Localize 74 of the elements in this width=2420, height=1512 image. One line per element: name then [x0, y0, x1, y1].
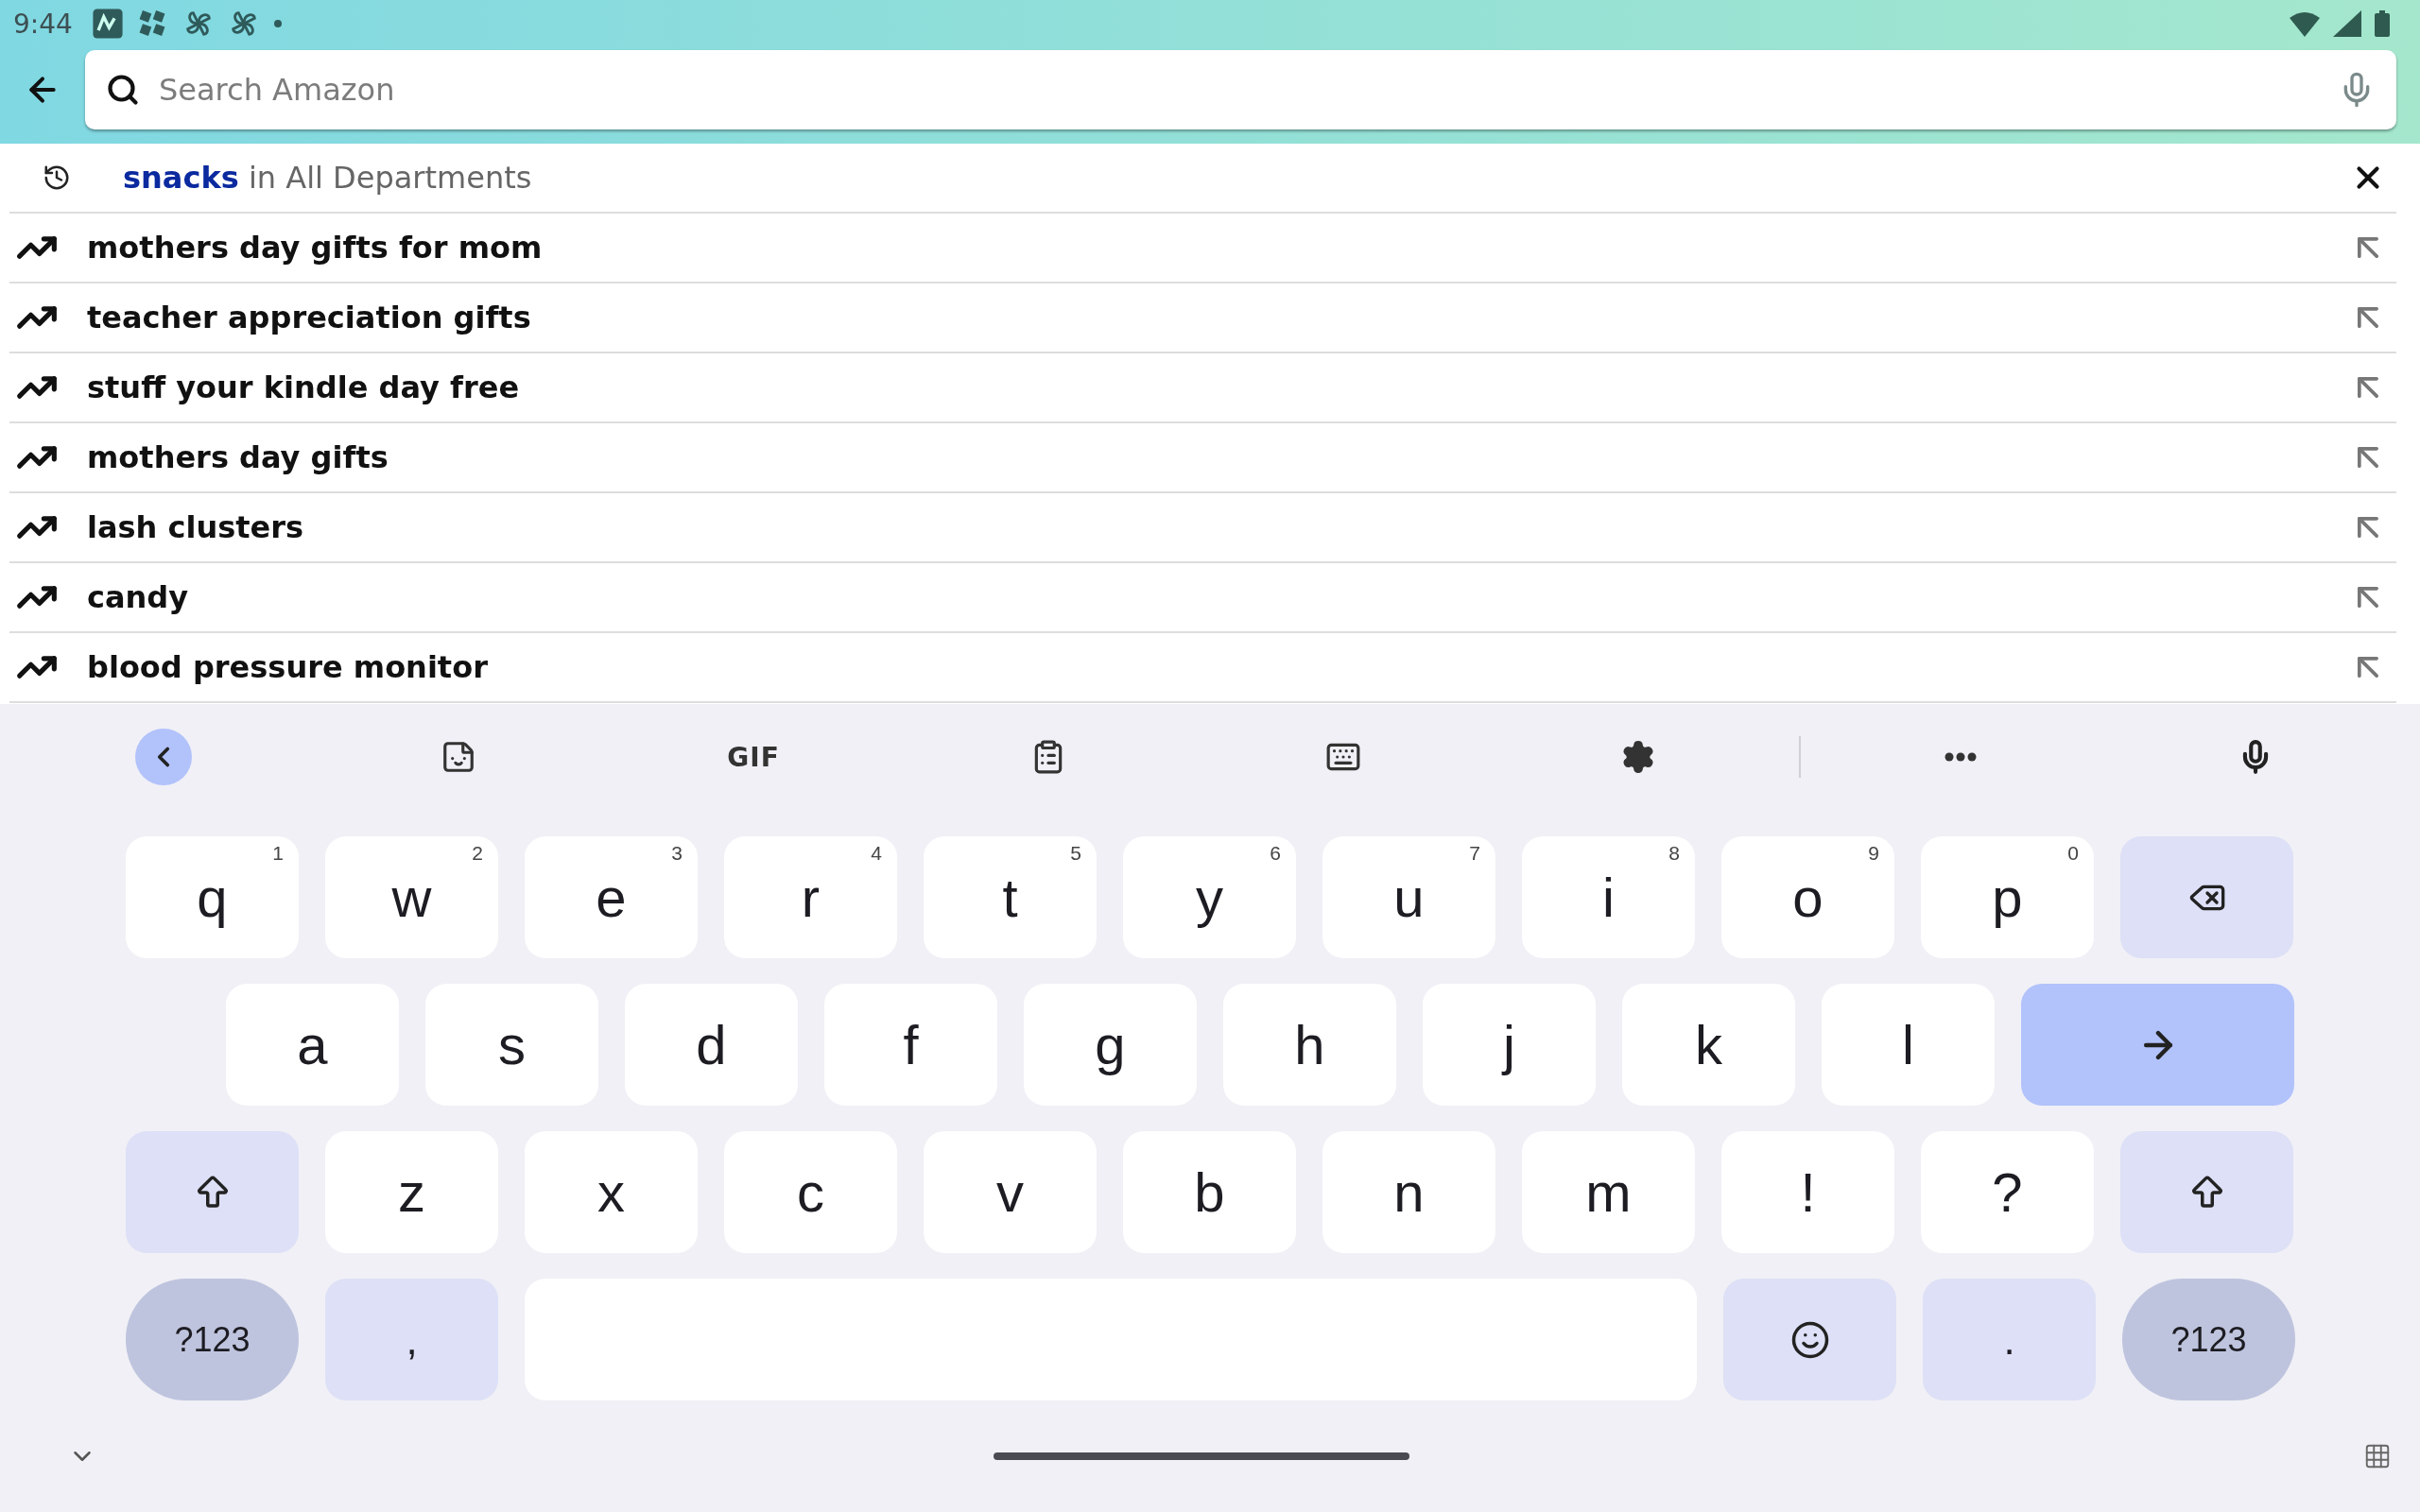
sticker-icon [441, 739, 476, 775]
status-time: 9:44 [13, 8, 73, 40]
key[interactable]: s [425, 984, 598, 1106]
key[interactable]: z [325, 1131, 498, 1253]
key[interactable]: h [1223, 984, 1396, 1106]
key[interactable]: r 4 [724, 836, 897, 958]
emoji-key[interactable] [1723, 1279, 1896, 1400]
key[interactable]: m [1522, 1131, 1695, 1253]
key[interactable]: , [325, 1279, 498, 1400]
gif-button[interactable]: GIF [700, 729, 806, 785]
key[interactable]: l [1822, 984, 1995, 1106]
key[interactable]: n [1322, 1131, 1495, 1253]
key[interactable]: a [226, 984, 399, 1106]
key-hint: 5 [1070, 842, 1081, 865]
key[interactable]: e 3 [525, 836, 698, 958]
navigation-handle[interactable] [994, 1452, 1409, 1460]
symbols-key[interactable]: ?123 [126, 1279, 299, 1400]
key[interactable]: u 7 [1322, 836, 1495, 958]
key[interactable]: x [525, 1131, 698, 1253]
key-hint: 3 [671, 842, 683, 865]
key-hint: 2 [472, 842, 483, 865]
keyboard-switch-icon[interactable] [2363, 1442, 2392, 1470]
suggestion-row[interactable]: lash clusters [9, 493, 2396, 563]
wifi-icon [2290, 10, 2320, 37]
signal-icon [2333, 10, 2361, 37]
key[interactable]: w 2 [325, 836, 498, 958]
key-hint: 9 [1868, 842, 1879, 865]
key-hint: 6 [1270, 842, 1281, 865]
key[interactable]: ! [1721, 1131, 1894, 1253]
suggestion-text: mothers day gifts [87, 439, 389, 475]
search-bar[interactable]: Search Amazon [85, 50, 2396, 129]
key[interactable]: d [625, 984, 798, 1106]
suggestion-row[interactable]: candy [9, 563, 2396, 633]
key-hint: 1 [272, 842, 284, 865]
more-icon [1945, 752, 1977, 762]
suggestion-row[interactable]: mothers day gifts for mom [9, 214, 2396, 284]
suggestion-text: stuff your kindle day free [87, 369, 521, 405]
suggestion-text: lash clusters [87, 509, 305, 545]
key[interactable]: ? [1921, 1131, 2094, 1253]
suggestion-row[interactable]: snacks in All Departments [9, 144, 2396, 214]
suggestion-text: mothers day gifts for mom [87, 230, 544, 266]
key[interactable]: k [1622, 984, 1795, 1106]
key[interactable]: q 1 [126, 836, 299, 958]
suggestion-text: blood pressure monitor [87, 649, 489, 685]
suggestion-row[interactable]: stuff your kindle day free [9, 353, 2396, 423]
suggestion-row[interactable]: mothers day gifts [9, 423, 2396, 493]
key[interactable]: i 8 [1522, 836, 1695, 958]
key[interactable]: g [1024, 984, 1197, 1106]
key-hint: 8 [1668, 842, 1680, 865]
symbols-key[interactable]: ?123 [2122, 1279, 2295, 1400]
key[interactable]: y 6 [1123, 836, 1296, 958]
dot-icon [272, 19, 283, 28]
key[interactable]: j [1423, 984, 1596, 1106]
key[interactable]: f [824, 984, 997, 1106]
key-hint: 4 [871, 842, 882, 865]
key-hint: 7 [1469, 842, 1480, 865]
smiley-icon [1789, 1319, 1830, 1360]
back-button[interactable] [135, 729, 192, 785]
app-icon [91, 8, 124, 40]
key[interactable]: . [1923, 1279, 2096, 1400]
key[interactable]: c [724, 1131, 897, 1253]
history-icon [43, 163, 71, 192]
key-hint: 0 [2067, 842, 2079, 865]
suggestion-text: teacher appreciation gifts [87, 300, 532, 335]
suggestion-text: candy [87, 579, 190, 615]
suggestion-row[interactable]: teacher appreciation gifts [9, 284, 2396, 353]
search-icon [106, 73, 140, 107]
key[interactable]: b [1123, 1131, 1296, 1253]
key[interactable]: t 5 [924, 836, 1097, 958]
key[interactable]: v [924, 1131, 1097, 1253]
key[interactable]: p 0 [1921, 836, 2094, 958]
key[interactable]: o 9 [1721, 836, 1894, 958]
battery-icon [2375, 10, 2390, 37]
suggestion-text: snacks in All Departments [123, 160, 533, 196]
